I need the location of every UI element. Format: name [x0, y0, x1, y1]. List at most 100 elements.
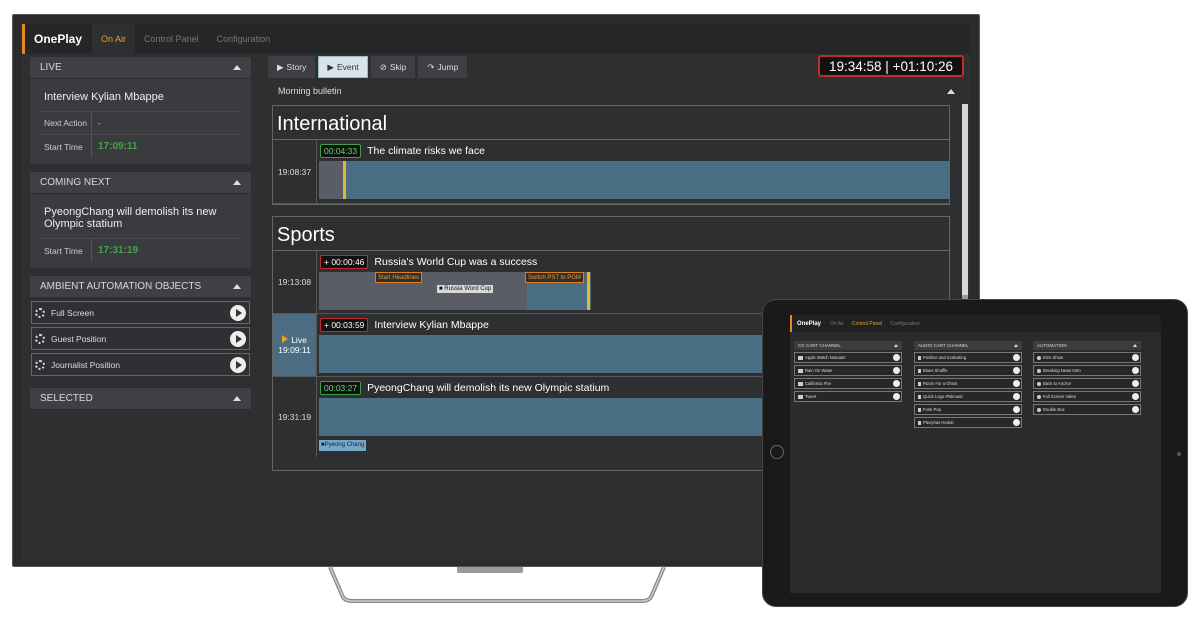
element-russia-word-cup[interactable]: ■ Russia Word Cup	[437, 285, 494, 293]
tablet-screen: OnePlay On Air Control Panel Configurati…	[790, 315, 1161, 593]
tab-on-air[interactable]: On Air	[826, 321, 848, 327]
collapse-icon[interactable]	[233, 180, 241, 185]
selected-title: SELECTED	[40, 393, 93, 404]
cart-item[interactable]: Pleoyhas Hedoit	[914, 417, 1022, 428]
selected-panel: SELECTED	[30, 388, 251, 410]
play-icon[interactable]	[1132, 406, 1139, 413]
cart-item[interactable]: Tweet	[794, 391, 902, 402]
tab-configuration[interactable]: Configuration	[208, 24, 280, 54]
ambient-item-journalist-position[interactable]: Journalist Position	[31, 353, 250, 376]
live-panel-title: LIVE	[40, 62, 62, 73]
play-icon[interactable]	[893, 393, 900, 400]
cart-item[interactable]: California Fire	[794, 378, 902, 389]
start-time-row: Start Time 17:31:19	[40, 239, 241, 262]
automation-item[interactable]: Full Screen Video	[1033, 391, 1141, 402]
play-icon[interactable]	[1132, 367, 1139, 374]
automation-item[interactable]: Back to Anchor	[1033, 378, 1141, 389]
column-header[interactable]: AUTOMATION	[1033, 341, 1141, 350]
collapse-icon[interactable]	[1014, 344, 1018, 347]
play-icon[interactable]	[893, 367, 900, 374]
coming-next-panel: COMING NEXT PyeongChang will demolish it…	[30, 172, 251, 268]
story-time-value: 19:09:11	[278, 345, 311, 355]
element-pyeong-chang[interactable]: ■Pyeong Chang	[319, 440, 367, 451]
story-button[interactable]: ▶ Story	[268, 56, 316, 78]
left-column: LIVE Interview Kylian Mbappe Next Action…	[30, 57, 251, 418]
collapse-icon[interactable]	[947, 88, 955, 94]
cart-item[interactable]: Funk Pop	[914, 404, 1022, 415]
item-label: Funk Pop	[923, 407, 941, 412]
tab-control-panel[interactable]: Control Panel	[848, 321, 886, 327]
tablet-nav: OnePlay On Air Control Panel Configurati…	[790, 315, 1161, 332]
play-icon[interactable]	[1013, 393, 1020, 400]
play-icon[interactable]	[1013, 354, 1020, 361]
selected-header[interactable]: SELECTED	[30, 388, 251, 410]
story-row[interactable]: 19:08:37 00:04:33 The climate risks we f…	[273, 140, 949, 204]
element-start-headlines[interactable]: Start Headlines	[375, 272, 423, 283]
play-icon[interactable]	[1013, 419, 1020, 426]
microphone-icon	[918, 420, 921, 425]
timeline-segment[interactable]	[527, 282, 591, 310]
microphone-icon	[918, 394, 921, 399]
ambient-item-guest-position[interactable]: Guest Position	[31, 327, 250, 350]
gear-icon	[1037, 381, 1041, 386]
cart-item[interactable]: Blues Shuffle	[914, 365, 1022, 376]
microphone-icon	[918, 368, 921, 373]
ambient-header[interactable]: AMBIENT AUTOMATION OBJECTS	[30, 276, 251, 298]
element-switch-pst-to-pgm[interactable]: Switch PST to PGM	[525, 272, 584, 283]
story-timeline-bar[interactable]	[346, 161, 949, 199]
cart-item[interactable]: Positive and motivating	[914, 352, 1022, 363]
tab-on-air[interactable]: On Air	[92, 24, 136, 54]
playhead-marker	[587, 272, 590, 310]
play-icon[interactable]	[1132, 393, 1139, 400]
play-icon[interactable]	[893, 380, 900, 387]
play-icon[interactable]	[1132, 354, 1139, 361]
collapse-icon[interactable]	[894, 344, 898, 347]
automation-item[interactable]: Breaking News Intro	[1033, 365, 1141, 376]
skip-button[interactable]: ⊘ Skip	[370, 56, 416, 78]
microphone-icon	[918, 381, 921, 386]
play-icon[interactable]	[1013, 380, 1020, 387]
cart-item[interactable]: Rain On Water	[794, 365, 902, 376]
cart-item[interactable]: Quick Logo #hitmusic	[914, 391, 1022, 402]
rundown-header[interactable]: Morning bulletin	[268, 81, 963, 101]
play-icon[interactable]	[893, 354, 900, 361]
collapse-icon[interactable]	[233, 396, 241, 401]
ambient-item-label: Journalist Position	[51, 359, 120, 370]
cart-item[interactable]: Apple Watch Noteater	[794, 352, 902, 363]
play-icon[interactable]	[230, 331, 246, 347]
item-label: Breaking News Intro	[1043, 368, 1081, 373]
coming-next-header[interactable]: COMING NEXT	[30, 172, 251, 194]
live-panel-header[interactable]: LIVE	[30, 57, 251, 79]
element-label: Russia Word Cup	[444, 286, 492, 292]
play-icon[interactable]	[230, 357, 246, 373]
coming-next-item: PyeongChang will demolish its new Olympi…	[40, 202, 241, 239]
story-time: Live 19:09:11	[273, 314, 317, 376]
tab-control-panel[interactable]: Control Panel	[135, 24, 208, 54]
event-button[interactable]: ▶ Event	[318, 56, 368, 78]
collapse-icon[interactable]	[233, 65, 241, 70]
cg-cart-column: CG CART CHANNEL Apple Watch Noteater Rai…	[794, 341, 902, 402]
collapse-icon[interactable]	[1133, 344, 1137, 347]
play-icon[interactable]	[1013, 406, 1020, 413]
play-icon[interactable]	[1132, 380, 1139, 387]
cart-item[interactable]: Room For a Ghost	[914, 378, 1022, 389]
item-label: Room For a Ghost	[923, 381, 958, 386]
next-action-row: Next Action -	[40, 112, 241, 135]
column-header[interactable]: AUDIO CART CHANNEL	[914, 341, 1022, 350]
graphic-icon	[798, 355, 803, 360]
gear-icon	[1037, 407, 1041, 412]
start-time-label: Start Time	[40, 135, 92, 158]
home-button[interactable]	[770, 445, 784, 459]
ambient-item-full-screen[interactable]: Full Screen	[31, 301, 250, 324]
gear-icon	[1037, 394, 1041, 399]
story-title: Russia's World Cup was a success	[374, 255, 538, 268]
play-icon[interactable]	[1013, 367, 1020, 374]
collapse-icon[interactable]	[233, 284, 241, 289]
item-label: Pleoyhas Hedoit	[923, 420, 954, 425]
play-icon[interactable]	[230, 305, 246, 321]
jump-button[interactable]: ↷ Jump	[418, 56, 468, 78]
tab-configuration[interactable]: Configuration	[886, 321, 924, 327]
column-header[interactable]: CG CART CHANNEL	[794, 341, 902, 350]
automation-item[interactable]: Double Box	[1033, 404, 1141, 415]
automation-item[interactable]: Intro Show	[1033, 352, 1141, 363]
